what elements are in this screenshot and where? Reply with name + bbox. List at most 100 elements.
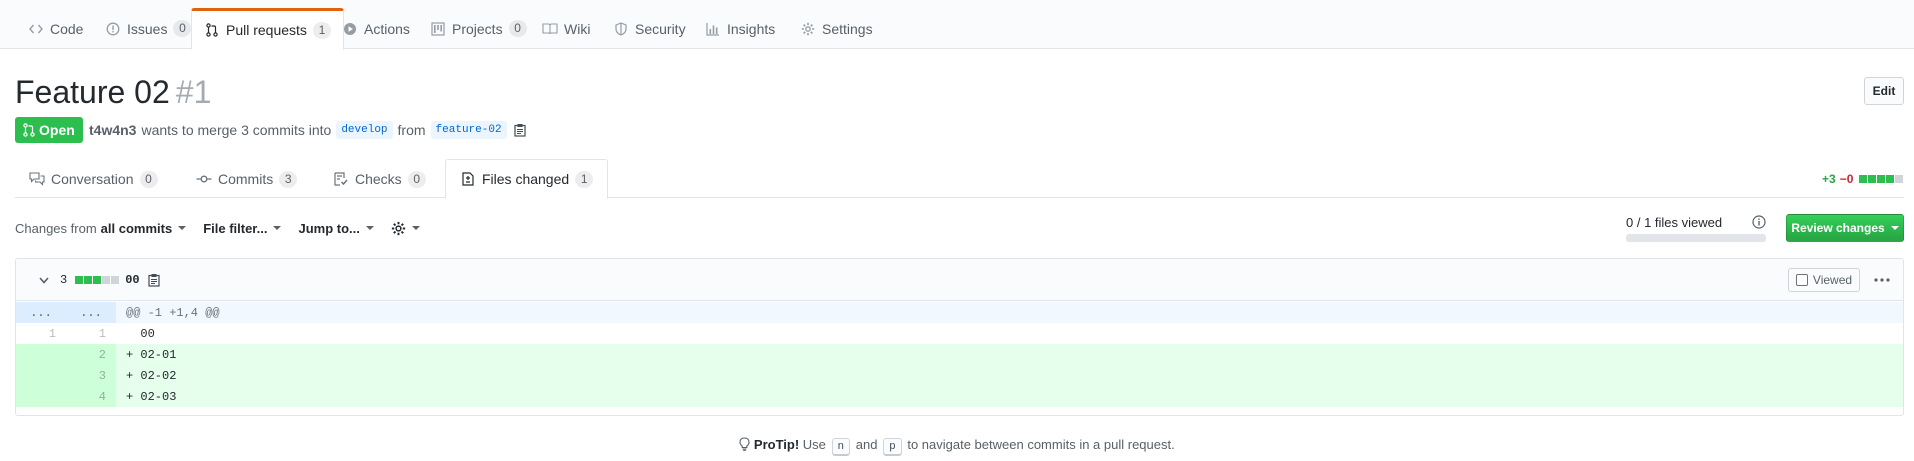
file-header: 3 00 Viewed: [16, 259, 1903, 301]
diff-line-addition: 3 + 02-02: [16, 365, 1903, 386]
tab-insights-label: Insights: [727, 20, 776, 37]
files-toolbar: Changes from all commits File filter... …: [15, 216, 420, 240]
project-icon: [430, 21, 446, 37]
tab-insights[interactable]: Insights: [693, 8, 787, 49]
repo-nav: Code Issues 0 Pull requests 1 Actions Pr…: [0, 0, 1914, 50]
new-line-number[interactable]: 4: [66, 386, 116, 407]
kebab-horizontal-icon[interactable]: [1872, 272, 1892, 288]
chevron-down-icon: [365, 226, 374, 230]
file-diff: 3 00 Viewed ... ... @@ -1 +1,4 @@ 1 1 00: [15, 258, 1904, 416]
changes-from-dropdown[interactable]: Changes from all commits: [15, 220, 187, 236]
jump-to-label: Jump to...: [298, 220, 360, 236]
files-changed-count: 1: [575, 170, 594, 188]
author-link[interactable]: t4w4n3: [89, 122, 136, 138]
viewed-checkbox[interactable]: Viewed: [1788, 268, 1860, 292]
checks-count: 0: [407, 170, 426, 188]
pr-number: #1: [175, 74, 212, 110]
protip-label: ProTip!: [753, 437, 800, 452]
tab-wiki-label: Wiki: [564, 20, 591, 37]
gear-icon: [391, 221, 406, 236]
old-line-number: [16, 344, 66, 365]
head-branch[interactable]: feature-02: [430, 121, 507, 139]
new-line-number[interactable]: 1: [66, 323, 116, 344]
files-viewed-text: 0 / 1 files viewed: [1626, 215, 1723, 230]
play-icon: [342, 21, 358, 37]
protip-use: Use: [802, 437, 826, 452]
clipboard-icon[interactable]: [146, 272, 162, 288]
clipboard-icon[interactable]: [512, 122, 528, 138]
projects-count: 0: [508, 20, 527, 37]
old-line-number[interactable]: 1: [16, 323, 66, 344]
hunk-header-row: ... ... @@ -1 +1,4 @@: [16, 302, 1903, 323]
conversation-count: 0: [139, 170, 158, 188]
diff-settings-dropdown[interactable]: [391, 221, 420, 236]
tab-checks-label: Checks: [355, 171, 402, 187]
additions-count: +3: [1822, 172, 1836, 186]
info-icon[interactable]: [1751, 214, 1767, 230]
from-text: from: [397, 122, 426, 138]
hunk-header: @@ -1 +1,4 @@: [116, 302, 1903, 323]
comment-discussion-icon: [29, 171, 45, 187]
book-icon: [542, 21, 558, 37]
tab-actions-label: Actions: [364, 20, 410, 37]
tab-projects[interactable]: Projects 0: [418, 8, 539, 49]
file-diffstat-blocks: [75, 276, 120, 284]
files-viewed-progress: [1626, 234, 1766, 242]
chevron-down-icon: [1890, 226, 1899, 230]
light-bulb-icon: [739, 437, 750, 454]
tab-conversation[interactable]: Conversation 0: [15, 160, 172, 198]
tab-security[interactable]: Security: [601, 8, 698, 49]
tab-files-changed-label: Files changed: [482, 171, 570, 187]
chevron-down-icon: [411, 226, 420, 230]
hunk-expander-old[interactable]: ...: [16, 302, 66, 323]
tab-wiki[interactable]: Wiki: [530, 8, 602, 49]
tab-code[interactable]: Code: [16, 8, 95, 49]
tab-code-label: Code: [50, 20, 84, 37]
new-line-number[interactable]: 2: [66, 344, 116, 365]
file-filter-dropdown[interactable]: File filter...: [203, 220, 282, 236]
tab-issues-label: Issues: [127, 20, 168, 37]
pr-meta: t4w4n3 wants to merge 3 commits into dev…: [89, 117, 528, 143]
tab-security-label: Security: [635, 20, 686, 37]
protip-rest: to navigate between commits in a pull re…: [907, 437, 1175, 452]
protip-and: and: [855, 437, 878, 452]
chevron-down-icon[interactable]: [36, 272, 52, 288]
diff-table: ... ... @@ -1 +1,4 @@ 1 1 00 2 + 02-01 3…: [16, 302, 1903, 407]
hunk-expander-new[interactable]: ...: [66, 302, 116, 323]
pr-tabs: Conversation 0 Commits 3 Checks 0 Files …: [15, 159, 1904, 199]
gear-icon: [800, 21, 816, 37]
kbd-n: n: [831, 438, 851, 456]
file-filter-label: File filter...: [203, 220, 268, 236]
review-changes-button[interactable]: Review changes: [1786, 214, 1904, 242]
merge-text: wants to merge 3 commits into: [141, 122, 332, 138]
chevron-down-icon: [178, 226, 187, 230]
diff-line-code: + 02-03: [116, 386, 1903, 407]
tab-checks[interactable]: Checks 0: [319, 160, 440, 198]
jump-to-dropdown[interactable]: Jump to...: [298, 220, 374, 236]
diff-line-code: 00: [116, 323, 1903, 344]
diffstat-blocks: [1859, 175, 1904, 183]
status-label: Open: [39, 122, 75, 138]
pr-title-text: Feature 02: [15, 74, 170, 110]
tab-issues[interactable]: Issues 0: [93, 8, 203, 49]
tab-pull-requests[interactable]: Pull requests 1: [191, 8, 344, 50]
tab-actions[interactable]: Actions: [330, 8, 422, 49]
changes-from-value: all commits: [100, 220, 173, 236]
protip: ProTip! Use n and p to navigate between …: [0, 437, 1914, 456]
file-diffstat: 3 00: [60, 272, 162, 288]
diff-line-code: + 02-01: [116, 344, 1903, 365]
checkbox-icon: [1795, 274, 1808, 286]
pull-requests-count: 1: [312, 21, 331, 39]
edit-button[interactable]: Edit: [1864, 77, 1904, 105]
deletions-count: −0: [1839, 172, 1854, 186]
tab-settings[interactable]: Settings: [788, 8, 885, 49]
new-line-number[interactable]: 3: [66, 365, 116, 386]
tab-settings-label: Settings: [822, 20, 873, 37]
tab-commits[interactable]: Commits 3: [182, 160, 311, 198]
tab-files-changed[interactable]: Files changed 1: [445, 159, 609, 199]
file-change-count: 3: [60, 273, 68, 287]
shield-icon: [613, 21, 629, 37]
pull-request-icon: [204, 22, 220, 38]
base-branch[interactable]: develop: [336, 121, 393, 139]
file-name[interactable]: 00: [125, 273, 139, 287]
